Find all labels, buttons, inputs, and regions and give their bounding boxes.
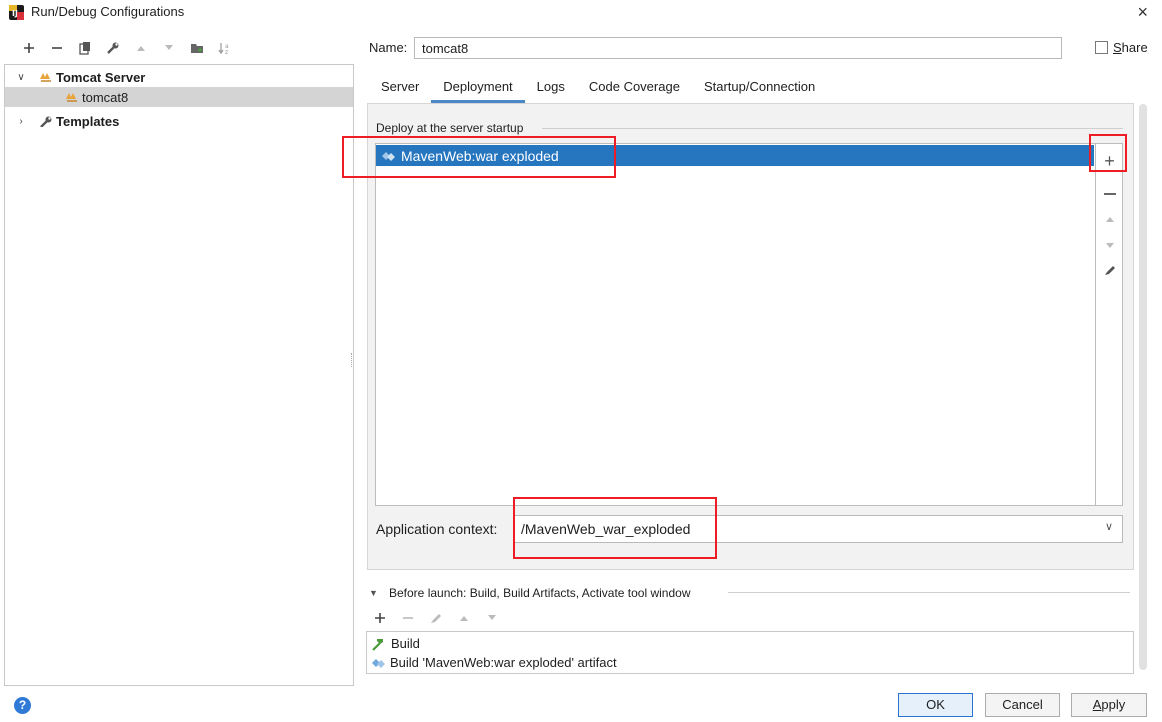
ok-button[interactable]: OK xyxy=(898,693,973,717)
edit-icon[interactable] xyxy=(429,610,443,626)
tab-startup-connection[interactable]: Startup/Connection xyxy=(692,73,827,103)
tab-logs[interactable]: Logs xyxy=(525,73,577,103)
divider xyxy=(728,592,1130,593)
remove-icon[interactable] xyxy=(1096,184,1123,199)
artifact-list-toolbar: + xyxy=(1096,143,1123,506)
tree-item-tomcat-server[interactable]: ∨ Tomcat Server xyxy=(5,67,353,87)
hammer-icon xyxy=(372,638,383,651)
add-icon[interactable] xyxy=(22,40,36,56)
before-launch-title: Before launch: Build, Build Artifacts, A… xyxy=(389,586,691,600)
config-tabs: Server Deployment Logs Code Coverage Sta… xyxy=(369,73,827,103)
tree-item-templates[interactable]: › Templates xyxy=(5,111,353,131)
share-label[interactable]: Share xyxy=(1113,40,1148,55)
annotation-box-artifact xyxy=(342,136,616,178)
remove-icon[interactable] xyxy=(50,40,64,56)
move-down-icon[interactable] xyxy=(162,40,176,56)
move-down-icon[interactable] xyxy=(485,610,499,626)
window-title: Run/Debug Configurations xyxy=(31,4,185,19)
move-up-icon[interactable] xyxy=(1096,211,1123,226)
collapse-arrow-icon[interactable]: ▼ xyxy=(369,588,378,598)
wrench-icon xyxy=(40,116,52,127)
chevron-right-icon[interactable]: › xyxy=(15,116,27,127)
apply-button[interactable]: Apply xyxy=(1071,693,1147,717)
app-context-label: Application context: xyxy=(376,521,498,537)
tree-item-label: Tomcat Server xyxy=(56,69,146,85)
tab-server[interactable]: Server xyxy=(369,73,431,103)
name-label: Name: xyxy=(369,40,408,55)
deploy-section-title: Deploy at the server startup xyxy=(376,121,524,135)
tomcat-icon xyxy=(66,93,77,102)
intellij-logo-icon: IJ xyxy=(9,5,24,20)
list-item-build-artifact[interactable]: Build 'MavenWeb:war exploded' artifact xyxy=(370,653,617,672)
panel-splitter[interactable] xyxy=(351,353,354,367)
tree-item-label: tomcat8 xyxy=(82,89,129,105)
edit-icon[interactable] xyxy=(1096,263,1123,280)
folder-icon[interactable] xyxy=(190,40,204,56)
tab-deployment[interactable]: Deployment xyxy=(431,73,525,103)
copy-icon[interactable] xyxy=(78,40,92,56)
sort-icon[interactable]: az xyxy=(218,40,232,56)
list-item-label: Build 'MavenWeb:war exploded' artifact xyxy=(390,655,617,670)
artifact-list[interactable] xyxy=(375,143,1096,506)
configurations-toolbar: az xyxy=(22,38,232,58)
list-item-label: Build xyxy=(391,636,420,651)
chevron-down-icon[interactable]: ∨ xyxy=(1105,520,1113,533)
before-launch-toolbar xyxy=(373,610,499,626)
divider xyxy=(542,128,1123,129)
add-icon[interactable] xyxy=(373,610,387,626)
list-item-build[interactable]: Build xyxy=(370,634,420,653)
wrench-icon[interactable] xyxy=(106,40,120,56)
close-icon[interactable]: × xyxy=(1137,2,1148,23)
move-up-icon[interactable] xyxy=(134,40,148,56)
tab-code-coverage[interactable]: Code Coverage xyxy=(577,73,692,103)
annotation-box-context xyxy=(513,497,717,559)
tomcat-icon xyxy=(40,73,51,82)
help-icon[interactable]: ? xyxy=(14,697,31,714)
cancel-button[interactable]: Cancel xyxy=(985,693,1060,717)
chevron-down-icon[interactable]: ∨ xyxy=(15,72,27,83)
artifact-icon xyxy=(372,658,385,668)
scrollbar[interactable] xyxy=(1139,104,1147,670)
tree-item-tomcat8[interactable]: tomcat8 xyxy=(5,87,353,107)
move-up-icon[interactable] xyxy=(457,610,471,626)
name-input[interactable] xyxy=(414,37,1062,59)
before-launch-list: Build Build 'MavenWeb:war exploded' arti… xyxy=(366,631,1134,674)
svg-text:z: z xyxy=(225,49,228,55)
share-checkbox[interactable] xyxy=(1095,41,1108,54)
move-down-icon[interactable] xyxy=(1096,238,1123,253)
annotation-box-add xyxy=(1089,134,1127,172)
configurations-tree: ∨ Tomcat Server tomcat8 › Templates xyxy=(4,64,354,686)
remove-icon[interactable] xyxy=(401,610,415,626)
tree-item-label: Templates xyxy=(56,113,120,129)
